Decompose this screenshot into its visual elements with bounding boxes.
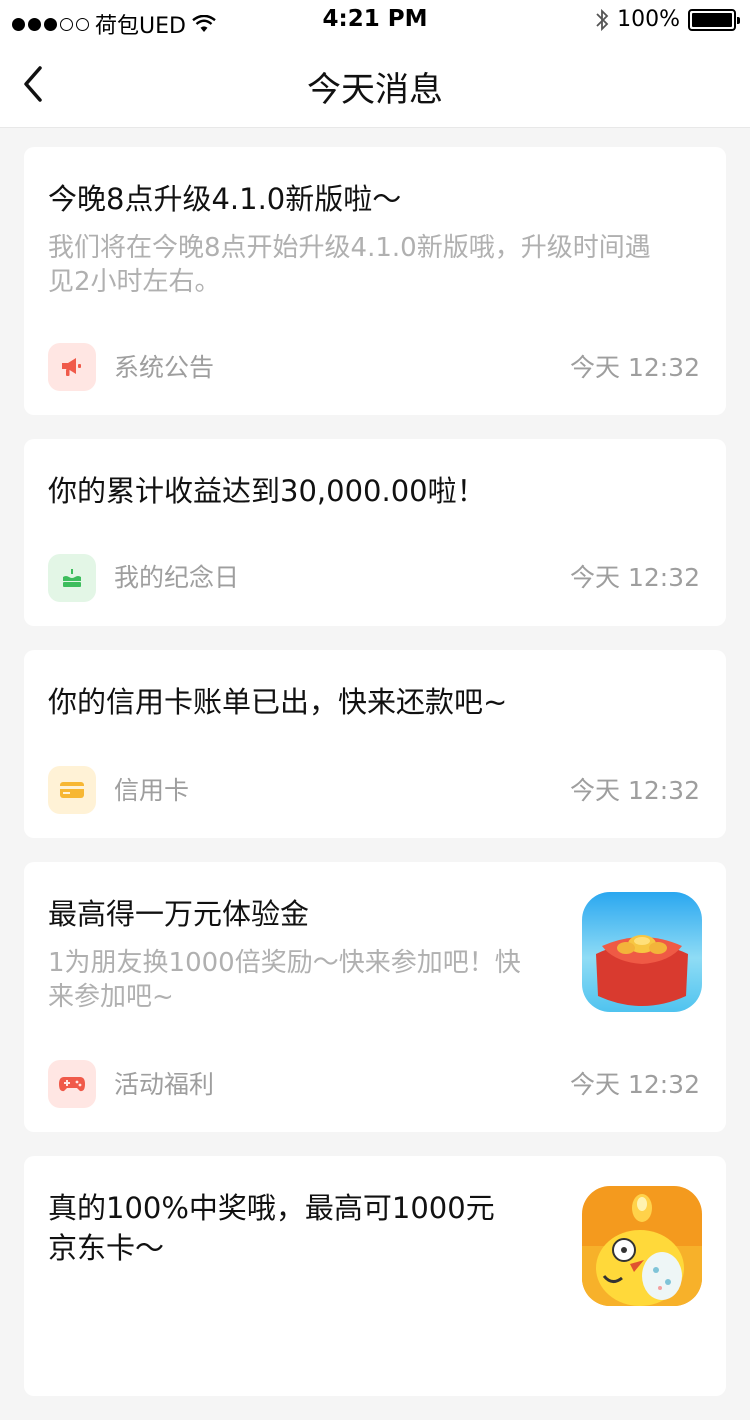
nav-bar: 今天消息 bbox=[0, 40, 750, 128]
message-desc: 1为朋友换1000倍奖励～快来参加吧！快 来参加吧~ bbox=[48, 946, 521, 1014]
message-card[interactable]: 你的信用卡账单已出，快来还款吧~ 信用卡 今天 12:32 bbox=[24, 650, 726, 838]
message-card[interactable]: 今晚8点升级4.1.0新版啦～ 我们将在今晚8点开始升级4.1.0新版哦，升级时… bbox=[24, 147, 726, 415]
bluetooth-icon bbox=[596, 8, 609, 31]
status-bar: 荷包UED 4:21 PM 100% bbox=[0, 0, 750, 40]
category-label: 系统公告 bbox=[114, 353, 215, 382]
red-envelope-icon bbox=[582, 892, 702, 1012]
message-card[interactable]: 你的累计收益达到30,000.00啦！ 我的纪念日 今天 12:32 bbox=[24, 439, 726, 626]
message-title: 真的100%中奖哦，最高可1000元 京东卡～ bbox=[48, 1188, 495, 1268]
megaphone-icon bbox=[62, 358, 81, 376]
credit-card-icon bbox=[60, 782, 84, 798]
cake-icon bbox=[63, 569, 81, 587]
category-badge bbox=[48, 343, 96, 391]
message-time: 今天 12:32 bbox=[570, 1070, 700, 1099]
message-card[interactable]: 最高得一万元体验金 1为朋友换1000倍奖励～快来参加吧！快 来参加吧~ 活动福… bbox=[24, 862, 726, 1132]
message-title: 今晚8点升级4.1.0新版啦～ bbox=[48, 182, 402, 216]
message-time: 今天 12:32 bbox=[570, 353, 700, 382]
message-card[interactable]: 真的100%中奖哦，最高可1000元 京东卡～ bbox=[24, 1156, 726, 1396]
category-badge bbox=[48, 554, 96, 602]
message-title: 你的累计收益达到30,000.00啦！ bbox=[48, 474, 486, 508]
status-right: 100% bbox=[595, 7, 740, 32]
page-title: 今天消息 bbox=[307, 70, 443, 110]
gamepad-icon bbox=[59, 1077, 85, 1092]
category-label: 信用卡 bbox=[114, 776, 190, 805]
message-title: 你的信用卡账单已出，快来还款吧~ bbox=[48, 685, 508, 719]
message-list: 今晚8点升级4.1.0新版啦～ 我们将在今晚8点开始升级4.1.0新版哦，升级时… bbox=[24, 147, 726, 1420]
message-title-line: 京东卡～ bbox=[48, 1231, 165, 1265]
chick-mascot-icon bbox=[582, 1186, 702, 1306]
category-badge bbox=[48, 766, 96, 814]
message-desc-line: 1为朋友换1000倍奖励～快来参加吧！快 bbox=[48, 948, 521, 978]
message-title-line: 真的100%中奖哦，最高可1000元 bbox=[48, 1191, 495, 1225]
message-desc: 我们将在今晚8点开始升级4.1.0新版哦，升级时间遇 见2小时左右。 bbox=[48, 231, 651, 299]
category-badge bbox=[48, 1060, 96, 1108]
category-label: 活动福利 bbox=[114, 1070, 215, 1099]
message-time: 今天 12:32 bbox=[570, 776, 700, 805]
message-title: 最高得一万元体验金 bbox=[48, 897, 310, 931]
message-desc-line: 来参加吧~ bbox=[48, 982, 174, 1012]
message-desc-line: 我们将在今晚8点开始升级4.1.0新版哦，升级时间遇 bbox=[48, 233, 651, 263]
message-desc-line: 见2小时左右。 bbox=[48, 267, 221, 297]
category-label: 我的纪念日 bbox=[114, 563, 240, 592]
battery-percent: 100% bbox=[617, 7, 680, 32]
battery-icon bbox=[688, 8, 740, 31]
message-time: 今天 12:32 bbox=[570, 563, 700, 592]
